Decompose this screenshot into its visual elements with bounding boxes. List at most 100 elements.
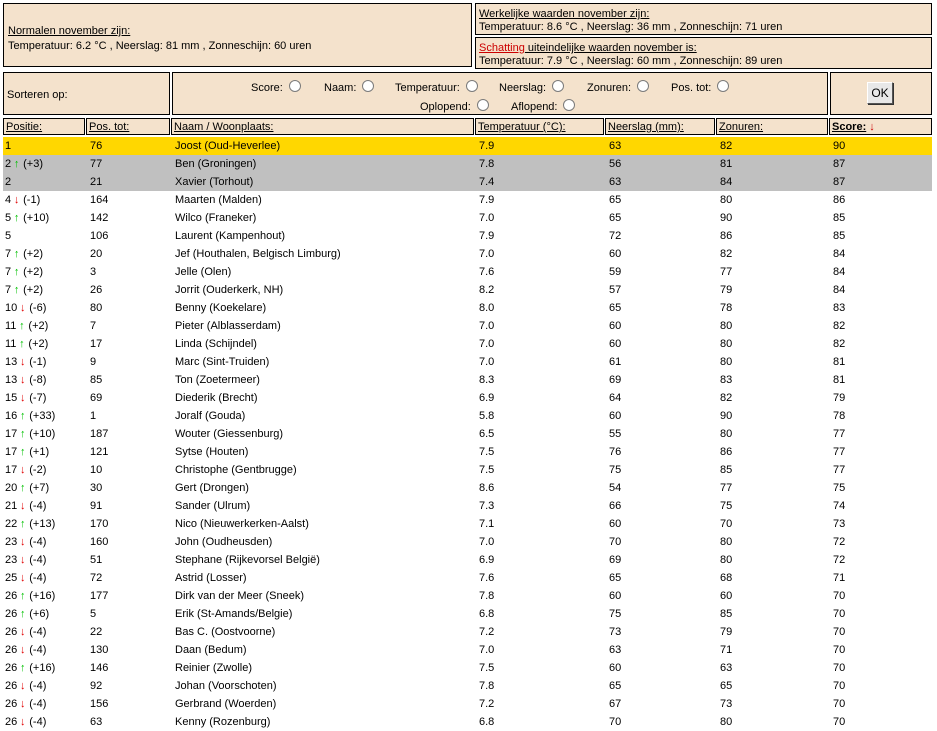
- cell-score: 87: [833, 158, 846, 170]
- cell-name: Reinier (Zwolle): [175, 662, 253, 674]
- sort-option-temperature: Temperatuur:: [395, 80, 478, 94]
- position-change: (+2): [23, 266, 43, 278]
- cell-sun: 70: [720, 518, 733, 530]
- cell-score: 85: [833, 230, 846, 242]
- position-value: 26: [5, 662, 18, 674]
- col-header-name[interactable]: Naam / Woonplaats:: [171, 118, 474, 135]
- cell-name: Diederik (Brecht): [175, 392, 258, 404]
- cell-temperature: 7.5: [479, 662, 495, 674]
- position-value: 11: [5, 338, 17, 350]
- cell-name: Ben (Groningen): [175, 158, 257, 170]
- cell-pos-tot: 85: [90, 374, 103, 386]
- cell-score: 70: [833, 626, 846, 638]
- cell-position: 23 ↓ (-4): [5, 551, 46, 569]
- col-header-rain[interactable]: Neerslag (mm):: [605, 118, 715, 135]
- cell-sun: 80: [720, 428, 733, 440]
- cell-position: 17 ↓ (-2): [5, 461, 46, 479]
- cell-position: 4 ↓ (-1): [5, 191, 40, 209]
- cell-rain: 55: [609, 428, 622, 440]
- arrow-down-icon: ↓: [20, 680, 26, 692]
- estimate-title-link[interactable]: Schatting: [479, 42, 525, 54]
- cell-rain: 75: [609, 464, 622, 476]
- col-header-score[interactable]: Score: ↓: [829, 118, 932, 135]
- cell-score: 72: [833, 554, 846, 566]
- arrow-up-icon: ↑: [13, 284, 20, 296]
- position-change: (-1): [23, 194, 41, 206]
- cell-name: Laurent (Kampenhout): [175, 230, 286, 242]
- arrow-down-icon: ↓: [13, 194, 20, 206]
- cell-pos-tot: 142: [90, 212, 109, 224]
- cell-position: 5: [5, 227, 11, 245]
- cell-rain: 60: [609, 518, 622, 530]
- cell-sun: 77: [720, 482, 733, 494]
- cell-name: Xavier (Torhout): [175, 176, 254, 188]
- cell-position: 20 ↑ (+7): [5, 479, 49, 497]
- arrow-up-icon: ↑: [20, 410, 26, 422]
- ranking-table: 1 76 Joost (Oud-Heverlee) 7.9 63 82 90 2 ↑ (+3) 77…: [3, 137, 932, 731]
- cell-rain: 65: [609, 302, 622, 314]
- sort-rain-radio[interactable]: [552, 80, 565, 92]
- sort-option-pos-tot: Pos. tot:: [671, 80, 730, 94]
- sort-score-radio[interactable]: [288, 80, 301, 92]
- cell-name: Sytse (Houten): [175, 446, 249, 458]
- table-row: 2 ↑ (+3) 77 Ben (Groningen) 7.8 56 81 87: [3, 155, 932, 173]
- cell-score: 81: [833, 356, 846, 368]
- position-value: 11: [5, 320, 17, 332]
- cell-score: 79: [833, 392, 846, 404]
- cell-temperature: 6.8: [479, 608, 495, 620]
- col-header-pos-tot[interactable]: Pos. tot:: [86, 118, 170, 135]
- cell-name: Joost (Oud-Heverlee): [175, 140, 281, 152]
- cell-temperature: 7.6: [479, 266, 495, 278]
- table-row: 23 ↓ (-4) 51 Stephane (Rijkevorsel België) 6.…: [3, 551, 932, 569]
- cell-temperature: 5.8: [479, 410, 495, 422]
- cell-name: Bas C. (Oostvoorne): [175, 626, 276, 638]
- arrow-down-icon: ↓: [20, 392, 26, 404]
- cell-rain: 61: [609, 356, 622, 368]
- cell-position: 11 ↑ (+2): [5, 317, 48, 335]
- col-header-sun[interactable]: Zonuren:: [716, 118, 828, 135]
- sort-option-sun-label: Zonuren:: [587, 82, 632, 94]
- arrow-down-icon: ↓: [20, 572, 26, 584]
- cell-score: 70: [833, 590, 846, 602]
- table-row: 13 ↓ (-8) 85 Ton (Zoetermeer) 8.3 69 83 81: [3, 371, 932, 389]
- order-ascending-radio[interactable]: [476, 99, 489, 111]
- col-header-position[interactable]: Positie:: [3, 118, 85, 135]
- cell-sun: 85: [720, 464, 733, 476]
- cell-rain: 60: [609, 338, 622, 350]
- sort-sun-radio[interactable]: [637, 80, 650, 92]
- cell-rain: 60: [609, 662, 622, 674]
- normals-title: Normalen november zijn:: [8, 25, 131, 37]
- cell-pos-tot: 3: [90, 266, 97, 278]
- cell-pos-tot: 76: [90, 140, 103, 152]
- cell-rain: 64: [609, 392, 622, 404]
- cell-pos-tot: 130: [90, 644, 109, 656]
- cell-rain: 65: [609, 212, 622, 224]
- cell-score: 82: [833, 338, 846, 350]
- col-header-temperature[interactable]: Temperatuur (°C):: [475, 118, 604, 135]
- sort-temperature-radio[interactable]: [465, 80, 478, 92]
- cell-sun: 60: [720, 590, 733, 602]
- sort-name-radio[interactable]: [362, 80, 375, 92]
- arrow-up-icon: ↑: [13, 158, 20, 170]
- order-descending-radio[interactable]: [563, 99, 576, 111]
- arrow-up-icon: ↑: [20, 662, 26, 674]
- sort-pos-tot-radio[interactable]: [717, 80, 730, 92]
- arrow-up-icon: ↑: [20, 608, 26, 620]
- cell-position: 23 ↓ (-4): [5, 533, 46, 551]
- table-row: 17 ↓ (-2) 10 Christophe (Gentbrugge) 7.5 75 85 7…: [3, 461, 932, 479]
- estimate-title: uiteindelijke waarden november is:: [524, 42, 697, 54]
- ok-button[interactable]: OK: [867, 82, 893, 104]
- cell-temperature: 7.9: [479, 230, 495, 242]
- cell-name: Gert (Drongen): [175, 482, 249, 494]
- table-row: 5 ↑ (+10) 142 Wilco (Franeker) 7.0 65 90 85: [3, 209, 932, 227]
- position-change: (+16): [29, 662, 56, 674]
- position-change: (+2): [23, 284, 43, 296]
- position-value: 5: [5, 230, 12, 242]
- position-change: (-2): [29, 464, 47, 476]
- position-value: 26: [5, 680, 18, 692]
- position-value: 20: [5, 482, 18, 494]
- cell-position: 25 ↓ (-4): [5, 569, 46, 587]
- order-ascending-label: Oplopend:: [420, 101, 471, 113]
- position-value: 16: [5, 410, 18, 422]
- sort-option-pos-tot-label: Pos. tot:: [671, 82, 712, 94]
